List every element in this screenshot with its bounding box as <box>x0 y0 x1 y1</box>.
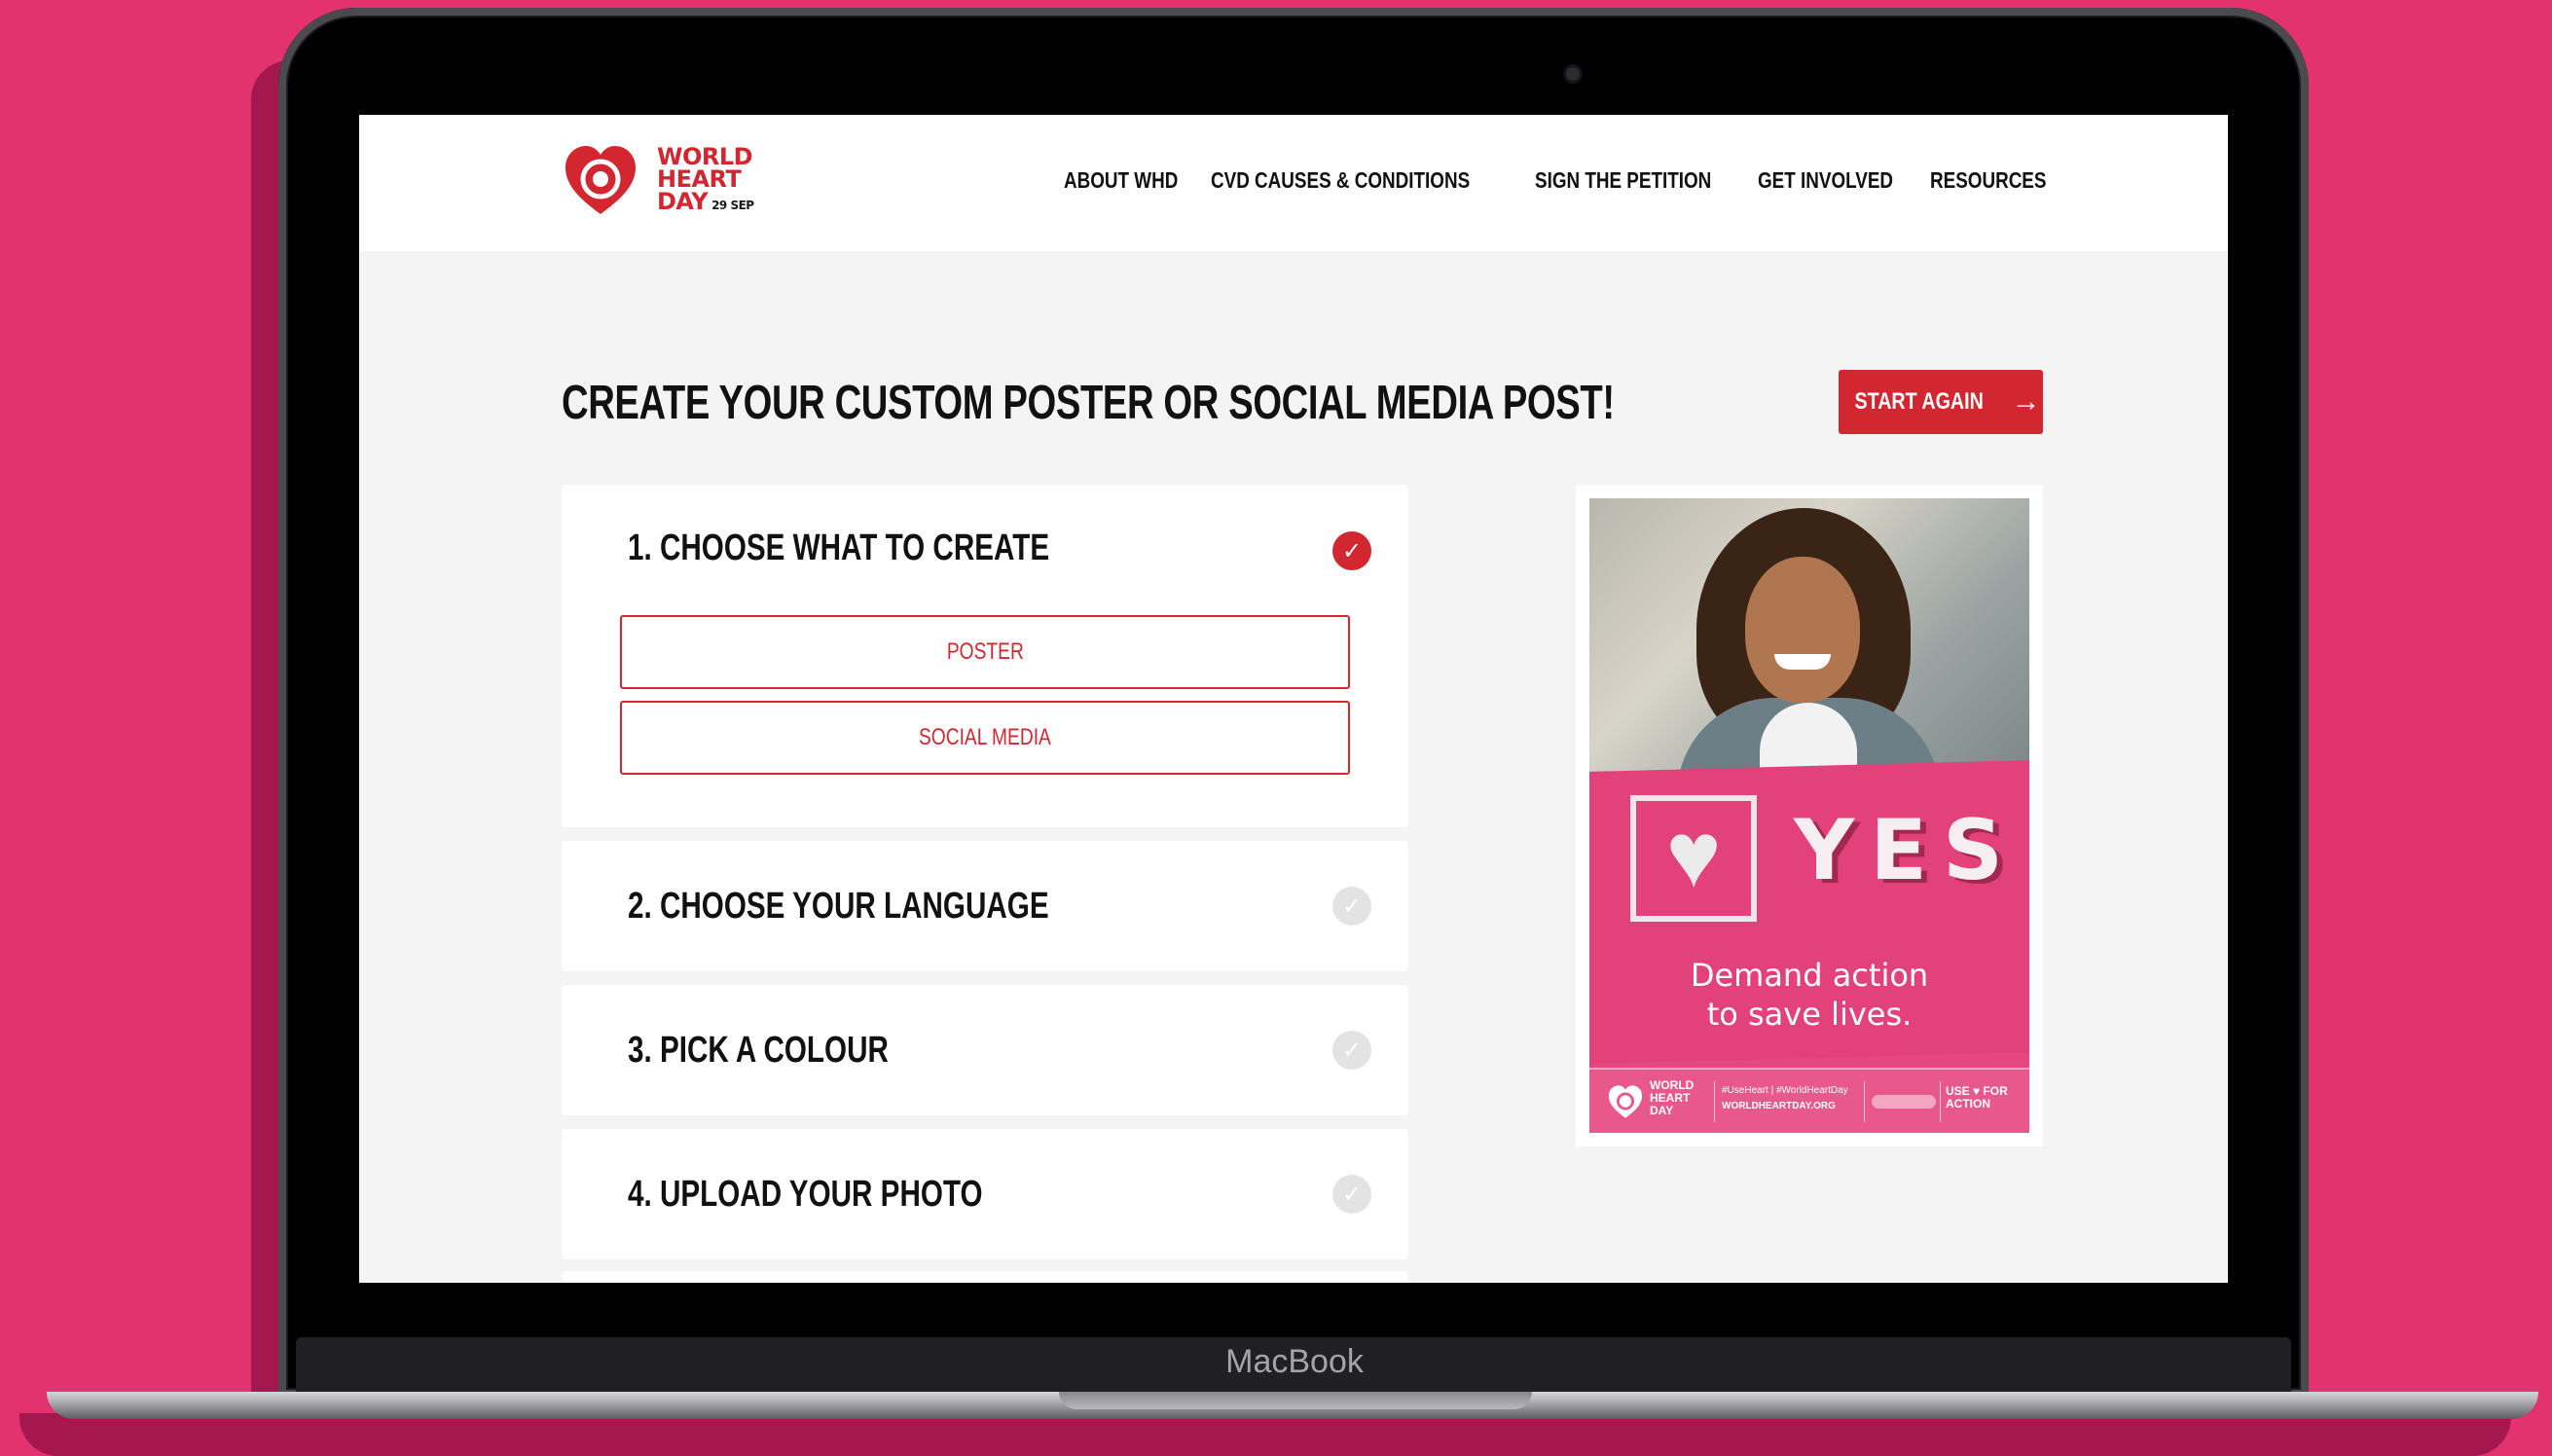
step-choose-language[interactable]: 2. CHOOSE YOUR LANGUAGE ✓ <box>562 841 1408 971</box>
step-title: 4. UPLOAD YOUR PHOTO <box>628 1174 983 1215</box>
poster-footer-cta: USE ♥ FOR ACTION <box>1946 1084 2008 1110</box>
browser-viewport: WORLD HEART DAY 29 SEP ABOUT WHD CVD CAUS… <box>359 115 2228 1283</box>
step-title: 1. CHOOSE WHAT TO CREATE <box>628 528 1050 568</box>
nav-resources[interactable]: RESOURCES <box>1930 167 2046 194</box>
poster-image: ♥ YES Demand action to save lives. WORLD… <box>1589 498 2029 1133</box>
arrow-right-icon: → <box>2011 385 2041 418</box>
step-title: 2. CHOOSE YOUR LANGUAGE <box>628 886 1049 927</box>
laptop-hinge-notch <box>1059 1392 1532 1409</box>
step-choose-what-to-create: 1. CHOOSE WHAT TO CREATE ✓ POSTER SOCIAL… <box>562 485 1408 827</box>
device-brand-label: MacBook <box>1225 1343 1364 1380</box>
logo-date: 29 SEP <box>711 199 754 212</box>
heart-logo-icon <box>565 146 636 214</box>
step-upload-photo[interactable]: 4. UPLOAD YOUR PHOTO ✓ <box>562 1129 1408 1259</box>
option-poster-button[interactable]: POSTER <box>620 615 1350 689</box>
step-pick-colour[interactable]: 3. PICK A COLOUR ✓ <box>562 985 1408 1115</box>
camera-icon <box>1566 67 1580 81</box>
main-nav: ABOUT WHD CVD CAUSES & CONDITIONS SIGN T… <box>1064 167 2047 194</box>
poster-preview: ♥ YES Demand action to save lives. WORLD… <box>1576 485 2043 1147</box>
option-social-media-button[interactable]: SOCIAL MEDIA <box>620 701 1350 775</box>
poster-heart-box: ♥ <box>1630 795 1757 922</box>
footer-divider <box>1864 1081 1865 1122</box>
poster-footer: WORLD HEART DAY #UseHeart | #WorldHeartD… <box>1589 1068 2029 1133</box>
poster-footer-tags: #UseHeart | #WorldHeartDay WORLDHEARTDAY… <box>1722 1085 1848 1111</box>
step-title: 3. PICK A COLOUR <box>628 1030 889 1071</box>
page-title: CREATE YOUR CUSTOM POSTER OR SOCIAL MEDI… <box>562 377 1615 429</box>
laptop-base-shadow <box>19 1413 2511 1456</box>
footer-divider <box>1714 1081 1715 1122</box>
heart-logo-icon <box>1608 1085 1643 1118</box>
site-logo[interactable]: WORLD HEART DAY 29 SEP <box>562 142 756 224</box>
step-next-partial <box>562 1271 1408 1283</box>
start-again-label: START AGAIN <box>1854 388 1985 415</box>
poster-tagline: Demand action to save lives. <box>1690 957 1929 1033</box>
nav-sign-petition[interactable]: SIGN THE PETITION <box>1535 167 1711 194</box>
heart-icon: ♥ <box>1665 803 1722 907</box>
start-again-button[interactable]: START AGAIN → <box>1839 370 2043 434</box>
footer-divider <box>1940 1081 1941 1122</box>
nav-about-whd[interactable]: ABOUT WHD <box>1064 167 1178 194</box>
poster-footer-logo-text: WORLD HEART DAY <box>1650 1078 1695 1117</box>
check-pending-icon: ✓ <box>1332 1175 1371 1214</box>
poster-photo <box>1589 498 2029 795</box>
nav-cvd-causes[interactable]: CVD CAUSES & CONDITIONS <box>1211 167 1470 194</box>
partner-logos <box>1872 1095 1936 1109</box>
check-pending-icon: ✓ <box>1332 887 1371 926</box>
poster-headline: YES <box>1794 802 2019 899</box>
site-header: WORLD HEART DAY 29 SEP ABOUT WHD CVD CAUS… <box>359 115 2228 251</box>
logo-wordmark: WORLD HEART DAY 29 SEP <box>657 143 754 215</box>
nav-get-involved[interactable]: GET INVOLVED <box>1758 167 1893 194</box>
check-pending-icon: ✓ <box>1332 1031 1371 1070</box>
check-complete-icon: ✓ <box>1332 531 1371 570</box>
